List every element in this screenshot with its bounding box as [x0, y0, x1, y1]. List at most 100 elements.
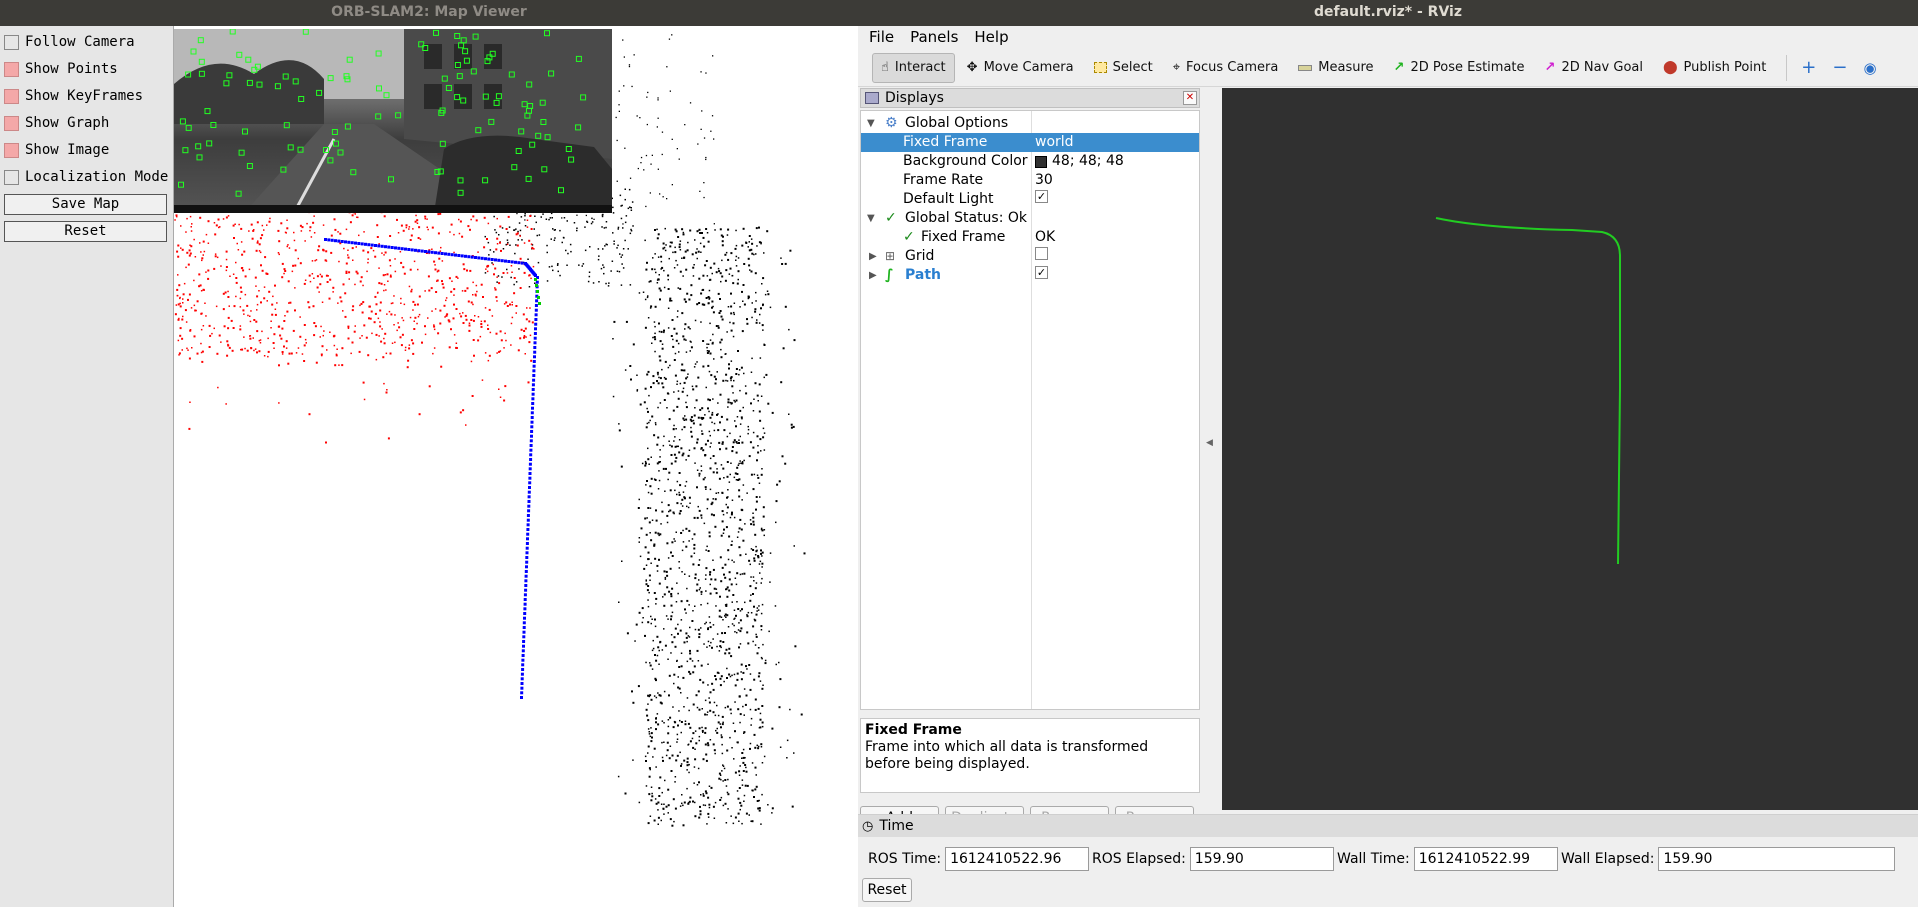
- tool-2d-pose-estimate[interactable]: ↗ 2D Pose Estimate: [1386, 53, 1533, 83]
- reset-button[interactable]: Reset: [4, 221, 167, 242]
- map-point: [702, 681, 705, 684]
- map-point: [598, 255, 600, 257]
- map-point: [658, 795, 661, 797]
- map-point: [631, 201, 634, 203]
- map-point: [352, 259, 354, 261]
- map-point: [760, 307, 762, 310]
- map-point: [283, 272, 285, 275]
- remove-tool-minus-icon[interactable]: −: [1826, 53, 1853, 83]
- row-value[interactable]: ✓: [1035, 190, 1052, 203]
- tool-publish-point[interactable]: ⬤ Publish Point: [1655, 53, 1774, 83]
- map-point: [531, 388, 535, 391]
- panel-splitter[interactable]: ◀: [1200, 88, 1222, 810]
- tree-row-status-fixed-frame[interactable]: ✓ Fixed Frame OK: [861, 228, 1199, 247]
- checkbox-box[interactable]: [4, 142, 19, 158]
- wall-elapsed-value[interactable]: 159.90: [1658, 847, 1896, 871]
- tree-row-frame-rate[interactable]: Frame Rate 30: [861, 171, 1199, 190]
- checkbox-unchecked[interactable]: [1035, 247, 1048, 260]
- map-point: [412, 342, 415, 345]
- row-value[interactable]: [1035, 247, 1052, 260]
- add-tool-plus-icon[interactable]: +: [1795, 53, 1822, 83]
- tree-row-fixed-frame[interactable]: Fixed Frame world: [861, 133, 1199, 152]
- map-point: [722, 641, 725, 643]
- map-point: [686, 761, 689, 764]
- checkbox-box[interactable]: [4, 169, 19, 185]
- map-point: [694, 407, 696, 409]
- map-point: [457, 254, 461, 257]
- tree-row-path[interactable]: ▶ ∫ Path ✓: [861, 266, 1199, 285]
- tool-2d-nav-goal[interactable]: ↗ 2D Nav Goal: [1537, 53, 1651, 83]
- map-point: [765, 373, 768, 376]
- map-point: [705, 488, 707, 490]
- tool-move-camera[interactable]: ✥ Move Camera: [959, 53, 1082, 83]
- map-point: [677, 310, 679, 312]
- map-point: [182, 302, 184, 304]
- follow-camera-checkbox[interactable]: Follow Camera: [4, 32, 135, 52]
- map-point: [671, 184, 673, 186]
- tree-row-default-light[interactable]: Default Light ✓: [861, 190, 1199, 209]
- tree-row-grid[interactable]: ▶ ⊞ Grid: [861, 247, 1199, 266]
- menu-panels[interactable]: Panels: [905, 26, 963, 48]
- checkbox-box[interactable]: [4, 34, 19, 50]
- map-point: [659, 449, 661, 451]
- tool-measure[interactable]: Measure: [1290, 53, 1381, 83]
- map-point: [689, 340, 692, 343]
- map-point: [294, 264, 297, 267]
- ros-time-value[interactable]: 1612410522.96: [945, 847, 1090, 871]
- map-point: [394, 341, 396, 344]
- expand-right-icon[interactable]: ▶: [869, 247, 877, 266]
- collapse-left-icon[interactable]: ◀: [1206, 438, 1213, 448]
- tree-row-background-color[interactable]: Background Color 48; 48; 48: [861, 152, 1199, 171]
- map-point: [616, 139, 618, 142]
- tool-select[interactable]: Select: [1086, 53, 1161, 83]
- checkbox-box[interactable]: [4, 61, 19, 77]
- time-reset-button[interactable]: Reset: [862, 878, 912, 902]
- expand-right-icon[interactable]: ▶: [869, 266, 877, 285]
- map-point: [698, 781, 700, 784]
- save-map-button[interactable]: Save Map: [4, 194, 167, 215]
- row-value[interactable]: world: [1035, 133, 1074, 152]
- checkbox-box[interactable]: [4, 115, 19, 131]
- checkbox-checked[interactable]: ✓: [1035, 266, 1048, 279]
- map-point: [726, 677, 728, 679]
- expand-down-icon[interactable]: ▼: [867, 114, 875, 133]
- view-eye-icon[interactable]: ◉: [1857, 53, 1882, 83]
- menu-help[interactable]: Help: [969, 26, 1013, 48]
- show-image-checkbox[interactable]: Show Image: [4, 140, 109, 160]
- map-point: [755, 227, 758, 230]
- row-value[interactable]: 30: [1035, 171, 1053, 190]
- tool-interact[interactable]: ☝ Interact: [872, 52, 955, 83]
- map-point: [281, 351, 284, 353]
- map-point: [200, 312, 203, 315]
- row-value-color[interactable]: 48; 48; 48: [1035, 152, 1124, 171]
- map-point: [417, 268, 419, 271]
- show-keyframes-checkbox[interactable]: Show KeyFrames: [4, 86, 143, 106]
- map-point: [733, 609, 736, 611]
- map-point: [750, 473, 753, 476]
- localization-mode-checkbox[interactable]: Localization Mode: [4, 167, 168, 187]
- map-point: [586, 220, 588, 223]
- 3d-view[interactable]: [1222, 88, 1918, 810]
- close-icon[interactable]: ✕: [1183, 91, 1197, 105]
- map-point: [604, 245, 606, 247]
- ros-elapsed-value[interactable]: 159.90: [1189, 847, 1334, 871]
- show-points-checkbox[interactable]: Show Points: [4, 59, 118, 79]
- expand-down-icon[interactable]: ▼: [867, 209, 875, 228]
- map-point: [530, 425, 534, 429]
- tree-row-global-status[interactable]: ▼ ✓ Global Status: Ok: [861, 209, 1199, 228]
- map-point: [315, 361, 318, 364]
- map-point: [751, 316, 753, 319]
- wall-time-value[interactable]: 1612410522.99: [1413, 847, 1558, 871]
- checkbox-box[interactable]: [4, 88, 19, 104]
- tool-focus-camera[interactable]: ⌖ Focus Camera: [1165, 53, 1287, 83]
- row-value[interactable]: ✓: [1035, 266, 1052, 279]
- tree-row-global-options[interactable]: ▼ ⚙ Global Options: [861, 114, 1199, 133]
- show-graph-checkbox[interactable]: Show Graph: [4, 113, 109, 133]
- checkbox-checked[interactable]: ✓: [1035, 190, 1048, 203]
- map-point: [236, 242, 238, 245]
- map-point: [496, 276, 498, 278]
- map-point: [451, 280, 453, 282]
- map-point: [645, 583, 648, 586]
- menu-file[interactable]: File: [864, 26, 899, 48]
- map-point: [684, 415, 686, 417]
